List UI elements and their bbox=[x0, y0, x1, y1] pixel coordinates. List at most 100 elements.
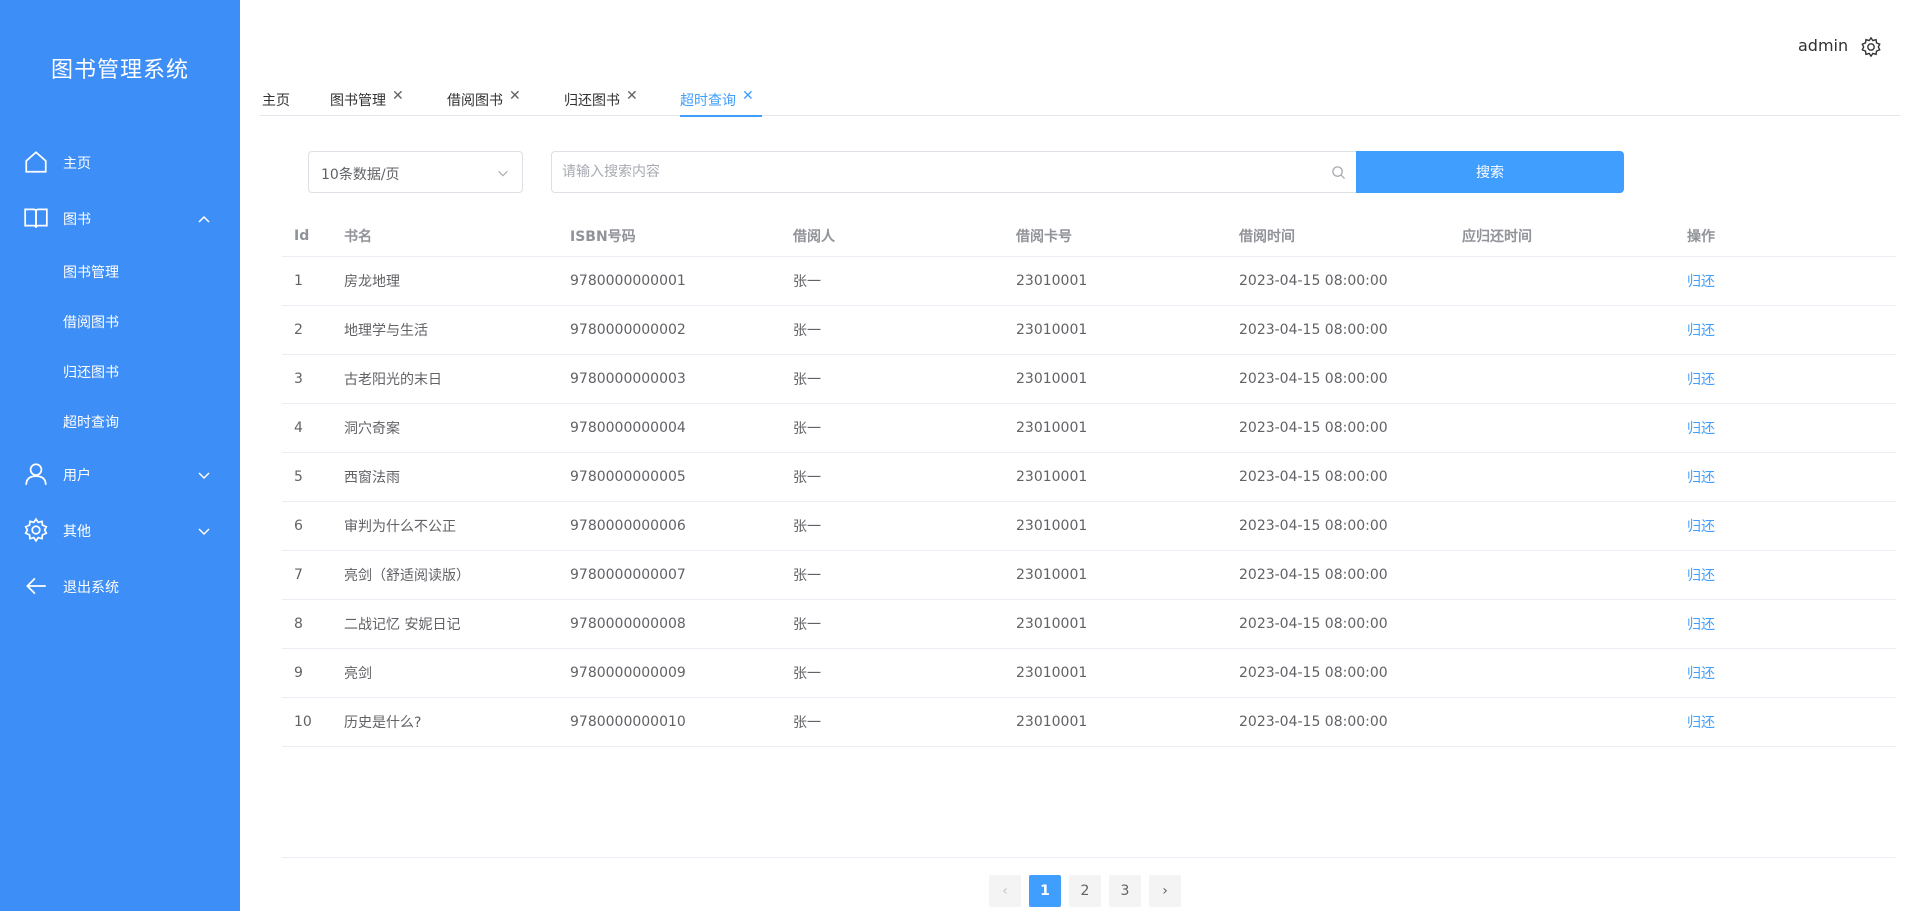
cell-isbn: 9780000000006 bbox=[570, 518, 686, 534]
table-row: 9 亮剑 9780000000009 张一 23010001 2023-04-15 08:… bbox=[282, 649, 1896, 698]
return-link[interactable]: 归还 bbox=[1687, 502, 1715, 550]
cell-card-number: 23010001 bbox=[1016, 273, 1088, 289]
cell-book-name: 亮剑 bbox=[344, 666, 372, 682]
search-button[interactable]: 搜索 bbox=[1356, 151, 1624, 193]
table-row: 1 房龙地理 9780000000001 张一 23010001 2023-04-15 0… bbox=[282, 257, 1896, 306]
table-row: 8 二战记忆 安妮日记 9780000000008 张一 23010001 2023-04… bbox=[282, 600, 1896, 649]
gear-icon bbox=[24, 517, 48, 543]
tab-borrow[interactable]: 借阅图书 ✕ bbox=[447, 84, 529, 116]
sidebar-item-label: 主页 bbox=[63, 156, 91, 172]
return-link[interactable]: 归还 bbox=[1687, 404, 1715, 452]
close-icon[interactable]: ✕ bbox=[742, 88, 754, 104]
sidebar-item-other[interactable]: 其他 bbox=[0, 503, 240, 559]
cell-borrow-time: 2023-04-15 08:00:00 bbox=[1239, 273, 1388, 289]
return-link[interactable]: 归还 bbox=[1687, 551, 1715, 599]
tab-book-manage[interactable]: 图书管理 ✕ bbox=[330, 84, 412, 116]
cell-isbn: 9780000000005 bbox=[570, 469, 686, 485]
cell-id: 9 bbox=[294, 665, 303, 681]
cell-book-name: 亮剑（舒适阅读版） bbox=[344, 568, 470, 584]
table-row: 6 审判为什么不公正 9780000000006 张一 23010001 2023-04-… bbox=[282, 502, 1896, 551]
sidebar-item-books[interactable]: 图书 bbox=[0, 191, 240, 247]
cell-borrower: 张一 bbox=[793, 372, 821, 388]
cell-id: 1 bbox=[294, 273, 303, 289]
sidebar-subitem-overdue[interactable]: 超时查询 bbox=[0, 400, 240, 444]
cell-borrow-time: 2023-04-15 08:00:00 bbox=[1239, 714, 1388, 730]
cell-book-name: 审判为什么不公正 bbox=[344, 519, 456, 535]
prev-page-button[interactable]: ‹ bbox=[989, 875, 1021, 907]
sidebar-item-logout[interactable]: 退出系统 bbox=[0, 559, 240, 615]
settings-gear-icon[interactable] bbox=[1860, 36, 1882, 58]
return-link[interactable]: 归还 bbox=[1687, 453, 1715, 501]
close-icon[interactable]: ✕ bbox=[392, 88, 404, 104]
cell-borrow-time: 2023-04-15 08:00:00 bbox=[1239, 518, 1388, 534]
cell-isbn: 9780000000001 bbox=[570, 273, 686, 289]
chevron-up-icon bbox=[198, 215, 210, 223]
return-link[interactable]: 归还 bbox=[1687, 306, 1715, 354]
cell-borrow-time: 2023-04-15 08:00:00 bbox=[1239, 567, 1388, 583]
cell-book-name: 地理学与生活 bbox=[344, 323, 428, 339]
arrow-left-icon bbox=[26, 577, 46, 595]
cell-card-number: 23010001 bbox=[1016, 518, 1088, 534]
return-link[interactable]: 归还 bbox=[1687, 257, 1715, 305]
table-row: 7 亮剑（舒适阅读版） 9780000000007 张一 23010001 2023-04… bbox=[282, 551, 1896, 600]
column-header-borrow-time: 借阅时间 bbox=[1239, 229, 1295, 245]
cell-borrower: 张一 bbox=[793, 568, 821, 584]
home-icon bbox=[25, 151, 47, 173]
sidebar-item-home[interactable]: 主页 bbox=[0, 135, 240, 191]
cell-borrower: 张一 bbox=[793, 617, 821, 633]
cell-borrow-time: 2023-04-15 08:00:00 bbox=[1239, 665, 1388, 681]
close-icon[interactable]: ✕ bbox=[509, 88, 521, 104]
column-header-id: Id bbox=[294, 228, 310, 244]
overdue-table: Id 书名 ISBN号码 借阅人 借阅卡号 借阅时间 应归还时间 操作 1 房龙地… bbox=[282, 216, 1896, 747]
tab-overdue[interactable]: 超时查询 ✕ bbox=[680, 84, 762, 117]
column-header-borrower: 借阅人 bbox=[793, 229, 835, 245]
sidebar-subitem-borrow[interactable]: 借阅图书 bbox=[0, 300, 240, 344]
page-size-select[interactable]: 10条数据/页 bbox=[308, 151, 523, 193]
tab-return[interactable]: 归还图书 ✕ bbox=[564, 84, 646, 116]
page-button-3[interactable]: 3 bbox=[1109, 875, 1141, 907]
return-link[interactable]: 归还 bbox=[1687, 698, 1715, 746]
return-link[interactable]: 归还 bbox=[1687, 649, 1715, 697]
table-row: 10 历史是什么? 9780000000010 张一 23010001 2023-04-1… bbox=[282, 698, 1896, 747]
cell-borrow-time: 2023-04-15 08:00:00 bbox=[1239, 616, 1388, 632]
cell-card-number: 23010001 bbox=[1016, 665, 1088, 681]
cell-card-number: 23010001 bbox=[1016, 469, 1088, 485]
cell-isbn: 9780000000002 bbox=[570, 322, 686, 338]
cell-id: 5 bbox=[294, 469, 303, 485]
cell-card-number: 23010001 bbox=[1016, 714, 1088, 730]
tab-label: 主页 bbox=[262, 93, 290, 109]
next-page-button[interactable]: › bbox=[1149, 875, 1181, 907]
username[interactable]: admin bbox=[1798, 36, 1848, 55]
cell-id: 3 bbox=[294, 371, 303, 387]
cell-id: 4 bbox=[294, 420, 303, 436]
search-input[interactable] bbox=[562, 152, 1322, 192]
page-button-1[interactable]: 1 bbox=[1029, 875, 1061, 907]
sidebar-subitem-return[interactable]: 归还图书 bbox=[0, 350, 240, 394]
cell-book-name: 古老阳光的末日 bbox=[344, 372, 442, 388]
cell-id: 2 bbox=[294, 322, 303, 338]
sidebar-subitem-label: 归还图书 bbox=[63, 365, 119, 381]
table-row: 5 西窗法雨 9780000000005 张一 23010001 2023-04-15 0… bbox=[282, 453, 1896, 502]
cell-id: 6 bbox=[294, 518, 303, 534]
sidebar-subitem-label: 超时查询 bbox=[63, 415, 119, 431]
tab-bar: 主页 图书管理 ✕ 借阅图书 ✕ 归还图书 ✕ 超时查询 ✕ bbox=[260, 84, 1900, 117]
tab-home[interactable]: 主页 bbox=[262, 84, 292, 116]
app-title: 图书管理系统 bbox=[50, 58, 189, 83]
return-link[interactable]: 归还 bbox=[1687, 600, 1715, 648]
page-button-2[interactable]: 2 bbox=[1069, 875, 1101, 907]
return-link[interactable]: 归还 bbox=[1687, 355, 1715, 403]
cell-borrow-time: 2023-04-15 08:00:00 bbox=[1239, 469, 1388, 485]
cell-book-name: 历史是什么? bbox=[344, 715, 422, 731]
cell-isbn: 9780000000007 bbox=[570, 567, 686, 583]
sidebar-item-users[interactable]: 用户 bbox=[0, 447, 240, 503]
sidebar-item-label: 图书 bbox=[63, 212, 91, 228]
sidebar-subitem-book-manage[interactable]: 图书管理 bbox=[0, 250, 240, 294]
sidebar-item-label: 退出系统 bbox=[63, 580, 119, 596]
cell-borrow-time: 2023-04-15 08:00:00 bbox=[1239, 371, 1388, 387]
cell-book-name: 房龙地理 bbox=[344, 274, 400, 290]
close-icon[interactable]: ✕ bbox=[626, 88, 638, 104]
tab-label: 图书管理 bbox=[330, 93, 386, 109]
cell-book-name: 西窗法雨 bbox=[344, 470, 400, 486]
table-body: 1 房龙地理 9780000000001 张一 23010001 2023-04-15 0… bbox=[282, 257, 1896, 747]
table-header: Id 书名 ISBN号码 借阅人 借阅卡号 借阅时间 应归还时间 操作 bbox=[282, 216, 1896, 257]
